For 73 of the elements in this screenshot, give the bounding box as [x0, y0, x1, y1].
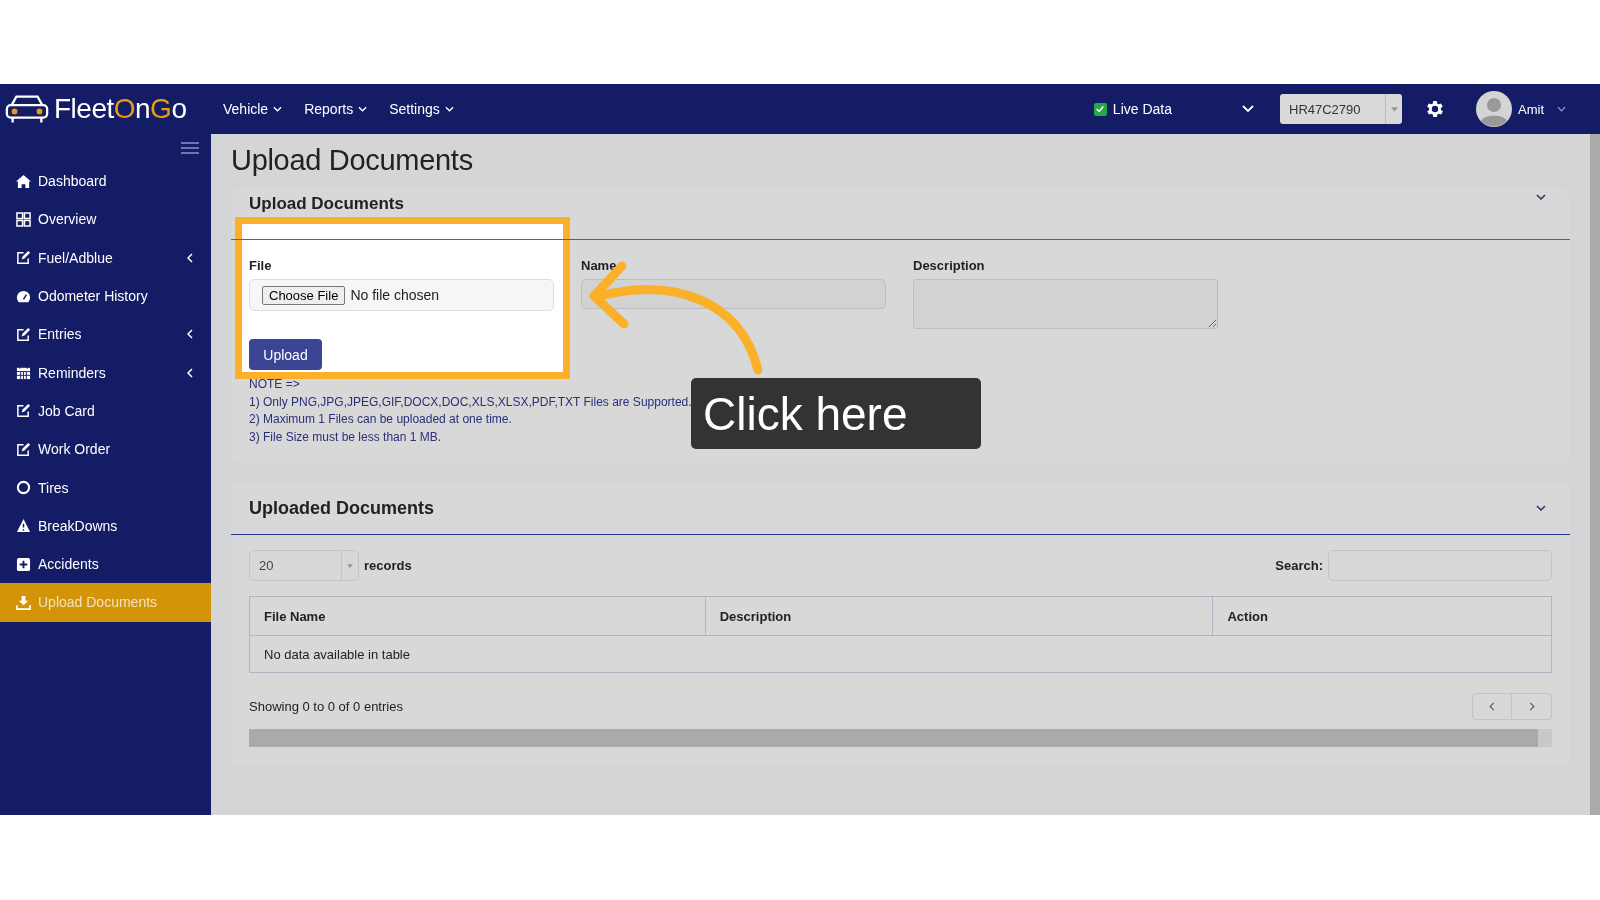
home-icon [16, 173, 31, 189]
chevron-down-icon [444, 106, 454, 112]
check-icon [1095, 104, 1106, 114]
table-info: Showing 0 to 0 of 0 entries [249, 699, 403, 714]
field-label: Description [913, 258, 986, 273]
download-icon [16, 594, 31, 610]
next-page-button[interactable] [1512, 693, 1552, 720]
caret-icon [347, 563, 353, 568]
sidebar-item[interactable]: Fuel/Adblue [0, 238, 211, 277]
sidebar-item[interactable]: Overview [0, 200, 211, 239]
menu-icon[interactable] [181, 142, 199, 154]
chevron-down-icon [358, 106, 368, 112]
card-title: Upload Documents [249, 194, 404, 214]
chevron-left-icon [1489, 702, 1495, 711]
nav-menu[interactable]: Settings [385, 101, 458, 117]
nav-menu[interactable]: Reports [300, 101, 372, 117]
callout-label: Click here [691, 378, 981, 449]
search-label: Search: [1275, 558, 1323, 573]
upload-button[interactable]: Upload [249, 339, 322, 370]
vehicle-select[interactable]: HR47C2790 [1280, 94, 1402, 124]
chevron-right-icon [1528, 702, 1535, 711]
sidebar-item[interactable]: Accidents [0, 544, 211, 584]
column-header[interactable]: Description [705, 596, 1213, 636]
note-text: 3) File Size must be less than 1 MB. [249, 428, 442, 446]
edit-icon [16, 441, 31, 457]
card-title: Uploaded Documents [249, 497, 435, 519]
field-label: File [249, 258, 273, 273]
sidebar-item[interactable]: BreakDowns [0, 506, 211, 545]
plus-icon [16, 556, 31, 572]
car-icon [4, 93, 50, 125]
note-text: 1) Only PNG,JPG,JPEG,GIF,DOCX,DOC,XLS,XLSX,PDF,TXT Files are Supported. [249, 393, 692, 411]
caret-icon [1390, 106, 1398, 112]
file-status-text: No file chosen [350, 287, 440, 303]
table-cell: No data available in table [249, 635, 1552, 673]
logo-text[interactable]: FleetOnGo [54, 93, 187, 125]
edit-icon [16, 403, 31, 419]
choose-file-button[interactable]: Choose File [262, 285, 346, 305]
note-text: 2) Maximum 1 Files can be uploaded at one time. [249, 411, 512, 428]
page-title: Upload Documents [231, 144, 474, 177]
ring-icon [16, 480, 31, 495]
column-header[interactable]: Action [1212, 596, 1552, 636]
horizontal-scrollbar[interactable] [249, 729, 1552, 747]
calendar-icon [16, 365, 31, 381]
sidebar-item[interactable]: Entries [0, 315, 211, 354]
sidebar-item[interactable]: Job Card [0, 391, 211, 431]
sidebar-item[interactable]: Work Order [0, 430, 211, 469]
chevron-down-icon[interactable] [1536, 505, 1546, 511]
previous-page-button[interactable] [1472, 693, 1512, 720]
user-menu[interactable]: Amit [1514, 101, 1570, 117]
sidebar-item[interactable]: Odometer History [0, 276, 211, 316]
sidebar-item[interactable]: Dashboard [0, 162, 211, 201]
chevron-down-icon [1557, 106, 1566, 112]
field-label: Name [581, 258, 618, 273]
note-text: NOTE => [249, 376, 300, 393]
column-header[interactable]: File Name [249, 596, 706, 636]
avatar-icon[interactable] [1476, 91, 1512, 127]
file-input[interactable]: Choose File No file chosen [249, 279, 554, 311]
chevron-down-icon [273, 106, 283, 112]
gauge-icon [16, 288, 31, 304]
live-data-checkbox[interactable]: Live Data [1093, 101, 1172, 117]
warning-icon [16, 518, 31, 534]
sidebar-item[interactable]: Tires [0, 468, 211, 507]
edit-icon [16, 250, 31, 266]
vertical-scrollbar[interactable] [1590, 134, 1600, 815]
records-label: records [364, 558, 412, 573]
sidebar-item[interactable]: Reminders [0, 353, 211, 392]
page-length-select[interactable]: 20 [249, 550, 359, 581]
edit-icon [16, 326, 31, 342]
settings-icon[interactable] [1424, 98, 1446, 120]
nav-menu[interactable]: Vehicle [219, 101, 287, 117]
chevron-down-icon[interactable] [1536, 194, 1546, 200]
description-textarea[interactable] [913, 279, 1218, 329]
grid-icon [16, 211, 31, 227]
